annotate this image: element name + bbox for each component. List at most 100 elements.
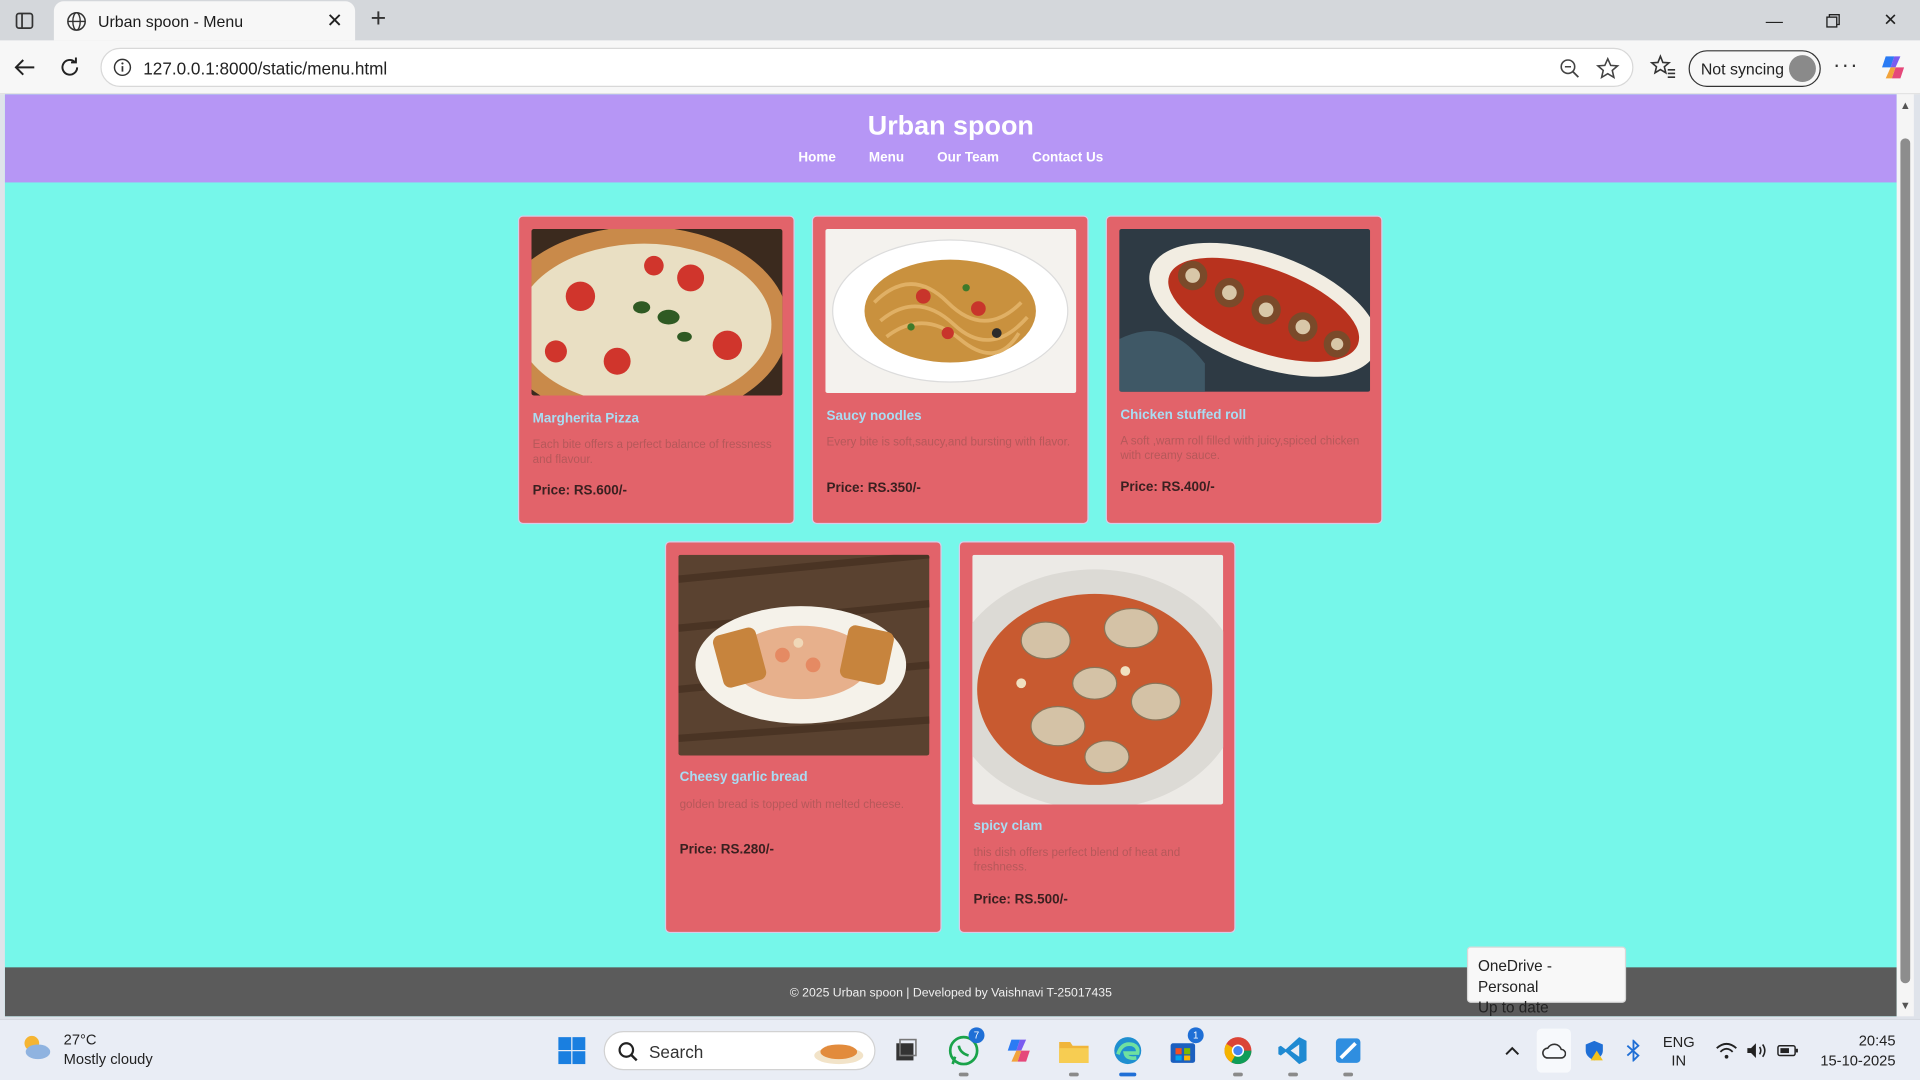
chevron-up-icon bbox=[1505, 1046, 1520, 1055]
copilot-app-icon bbox=[1007, 1039, 1030, 1062]
active-tab[interactable]: Urban spoon - Menu ✕ bbox=[53, 1, 356, 41]
menu-card: Margherita Pizza Each bite offers a perf… bbox=[517, 215, 795, 525]
taskbar: 27°C Mostly cloudy Search 7 1 ENG IN 20:… bbox=[0, 1018, 1920, 1080]
menu-item-price: Price: RS.400/- bbox=[1120, 480, 1215, 495]
battery-icon bbox=[1777, 1044, 1798, 1057]
system-clock[interactable]: 20:45 15-10-2025 bbox=[1817, 1031, 1895, 1070]
scrollbar-thumb[interactable] bbox=[1900, 138, 1911, 984]
back-button[interactable] bbox=[10, 53, 39, 82]
url-field[interactable]: 127.0.0.1:8000/static/menu.html bbox=[100, 47, 1634, 87]
speaker-icon bbox=[1747, 1043, 1766, 1058]
store-button[interactable]: 1 bbox=[1164, 1027, 1204, 1069]
volume-tray[interactable] bbox=[1745, 1020, 1769, 1080]
menu-item-description: Every bite is soft,saucy,and bursting wi… bbox=[826, 435, 1071, 450]
paint-app-icon bbox=[1335, 1038, 1361, 1063]
menu-card: spicy clam this dish offers perfect blen… bbox=[958, 541, 1236, 934]
bluetooth-tray[interactable] bbox=[1621, 1020, 1645, 1080]
menu-item-name: Cheesy garlic bread bbox=[679, 770, 808, 785]
running-indicator bbox=[958, 1072, 969, 1077]
menu-item-price: Price: RS.350/- bbox=[826, 481, 921, 496]
close-window-button[interactable]: ✕ bbox=[1862, 0, 1918, 40]
onedrive-status: Up to date bbox=[1477, 999, 1549, 1017]
sync-label: Not syncing bbox=[1700, 59, 1784, 78]
copilot-app-button[interactable] bbox=[1000, 1032, 1037, 1069]
active-indicator bbox=[1119, 1072, 1137, 1077]
wifi-icon bbox=[1716, 1042, 1737, 1059]
profile-sync-button[interactable]: Not syncing bbox=[1688, 50, 1821, 87]
copilot-icon[interactable] bbox=[1878, 53, 1907, 82]
nav-our-team-link[interactable]: Our Team bbox=[937, 151, 999, 166]
wifi-tray[interactable] bbox=[1714, 1020, 1738, 1080]
menu-item-name: spicy clam bbox=[973, 819, 1043, 834]
nav-menu-link[interactable]: Menu bbox=[869, 151, 904, 166]
page-viewport: Urban spoon Home Menu Our Team Contact U… bbox=[4, 94, 1897, 1017]
tab-actions-icon[interactable] bbox=[10, 7, 39, 34]
whatsapp-button[interactable]: 7 bbox=[945, 1027, 985, 1077]
onedrive-tooltip: OneDrive - Personal Up to date bbox=[1466, 946, 1627, 1016]
menu-card: Saucy noodles Every bite is soft,saucy,a… bbox=[811, 215, 1089, 525]
new-tab-button[interactable]: + bbox=[365, 4, 392, 34]
cloudy-weather-icon bbox=[24, 1035, 51, 1060]
avatar-icon bbox=[1788, 55, 1816, 83]
chrome-button[interactable] bbox=[1220, 1032, 1257, 1077]
edge-button[interactable] bbox=[1109, 1032, 1146, 1077]
windows-start-icon bbox=[558, 1037, 586, 1065]
vscode-icon bbox=[1278, 1037, 1307, 1065]
bluetooth-icon bbox=[1626, 1039, 1640, 1062]
search-highlight-icon bbox=[814, 1044, 864, 1065]
folder-icon bbox=[1059, 1042, 1089, 1063]
weather-widget[interactable]: 27°C Mostly cloudy bbox=[20, 1030, 153, 1069]
scroll-up-icon[interactable]: ▲ bbox=[1899, 99, 1911, 111]
cloud-icon bbox=[1542, 1043, 1567, 1059]
zoom-out-icon[interactable] bbox=[1559, 58, 1581, 80]
more-options-icon[interactable]: ··· bbox=[1833, 53, 1859, 79]
menu-item-name: Margherita Pizza bbox=[532, 411, 639, 427]
menu-item-description: A soft ,warm roll filled with juicy,spic… bbox=[1120, 434, 1360, 463]
show-hidden-icons[interactable] bbox=[1500, 1020, 1524, 1080]
clock-date: 15-10-2025 bbox=[1820, 1051, 1896, 1069]
edge-icon bbox=[1114, 1037, 1142, 1065]
onedrive-tray[interactable] bbox=[1536, 1028, 1572, 1073]
store-badge: 1 bbox=[1187, 1027, 1204, 1044]
menu-item-description: golden bread is topped with melted chees… bbox=[679, 798, 904, 812]
back-arrow-icon bbox=[14, 59, 35, 76]
task-view-button[interactable] bbox=[888, 1032, 925, 1069]
file-explorer-button[interactable] bbox=[1056, 1032, 1093, 1077]
nav-home-link[interactable]: Home bbox=[798, 151, 835, 166]
menu-item-description: this dish offers perfect blend of heat a… bbox=[973, 846, 1181, 874]
menu-item-name: Saucy noodles bbox=[826, 408, 922, 424]
site-info-icon[interactable] bbox=[113, 58, 133, 78]
close-tab-icon[interactable]: ✕ bbox=[326, 9, 342, 33]
language-indicator[interactable]: ENG IN bbox=[1663, 1033, 1695, 1070]
refresh-button[interactable] bbox=[55, 53, 84, 82]
running-indicator bbox=[1288, 1072, 1298, 1077]
battery-tray[interactable] bbox=[1776, 1020, 1800, 1080]
tab-bar: Urban spoon - Menu ✕ + — ✕ bbox=[0, 0, 1920, 41]
page-scrollbar[interactable]: ▲ ▼ bbox=[1896, 94, 1914, 1017]
restore-button[interactable] bbox=[1805, 0, 1861, 40]
noodles-image bbox=[825, 228, 1077, 394]
task-view-icon bbox=[896, 1038, 917, 1061]
minimize-button[interactable]: — bbox=[1746, 0, 1802, 40]
onedrive-title: OneDrive - Personal bbox=[1477, 957, 1552, 996]
taskbar-search[interactable]: Search bbox=[603, 1031, 876, 1071]
address-bar: 127.0.0.1:8000/static/menu.html Not sync… bbox=[0, 40, 1920, 95]
menu-card: Cheesy garlic bread golden bread is topp… bbox=[664, 541, 942, 934]
security-tray[interactable] bbox=[1582, 1020, 1606, 1080]
chicken-roll-image bbox=[1119, 228, 1371, 392]
favorites-icon[interactable] bbox=[1649, 53, 1676, 80]
running-indicator bbox=[1343, 1072, 1354, 1077]
site-header: Urban spoon Home Menu Our Team Contact U… bbox=[4, 94, 1897, 183]
favorite-star-icon[interactable] bbox=[1595, 56, 1620, 80]
menu-item-price: Price: RS.280/- bbox=[679, 842, 774, 858]
paint-app-button[interactable] bbox=[1330, 1032, 1367, 1077]
menu-card: Chicken stuffed roll A soft ,warm roll f… bbox=[1105, 215, 1383, 525]
start-button[interactable] bbox=[553, 1032, 590, 1069]
clam-pasta-image bbox=[972, 554, 1224, 805]
nav-contact-us-link[interactable]: Contact Us bbox=[1032, 151, 1103, 166]
globe-icon bbox=[67, 11, 86, 31]
language-code: ENG bbox=[1662, 1033, 1695, 1051]
vscode-button[interactable] bbox=[1275, 1032, 1312, 1077]
scroll-down-icon[interactable]: ▼ bbox=[1899, 999, 1911, 1011]
site-nav: Home Menu Our Team Contact Us bbox=[5, 151, 1897, 166]
